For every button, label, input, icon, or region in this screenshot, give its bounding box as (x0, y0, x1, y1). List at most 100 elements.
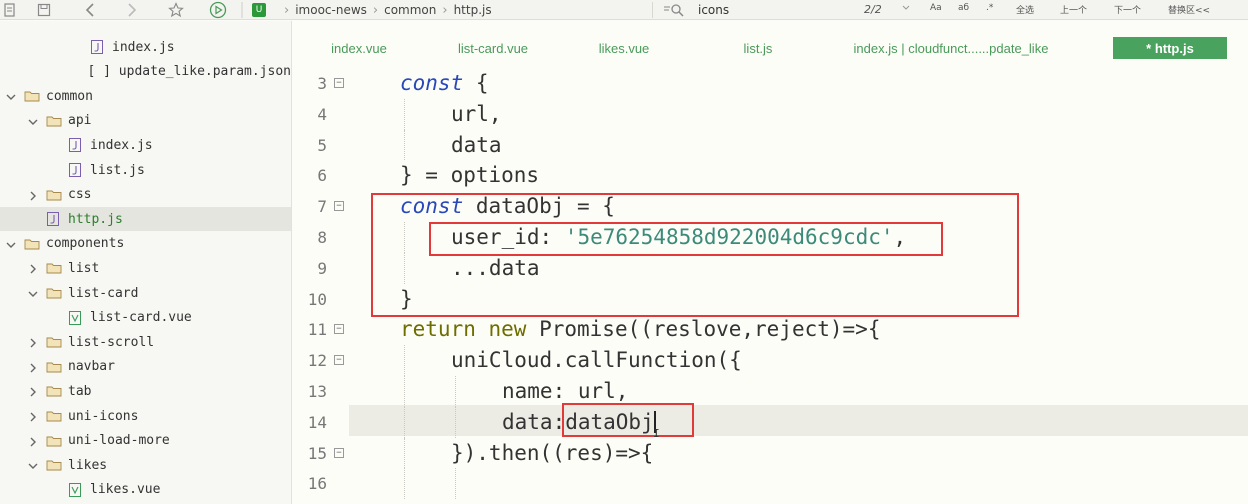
tree-item-label: list (68, 260, 100, 276)
chevron-right-icon[interactable] (28, 362, 38, 373)
tree-item-label: index.js (90, 137, 153, 153)
tree-item[interactable]: list-card (0, 281, 291, 305)
editor-tab[interactable]: * http.js (1113, 37, 1227, 59)
folder-icon (46, 410, 62, 422)
run-icon[interactable] (208, 0, 228, 20)
fold-icon[interactable]: − (334, 324, 344, 335)
tree-item-label: uni-icons (68, 408, 139, 424)
chevron-right-icon[interactable] (28, 190, 38, 201)
editor-tab[interactable]: list.js (723, 37, 793, 59)
line-number: 12 (307, 351, 327, 371)
breadcrumb-item[interactable]: imooc-news (295, 3, 367, 17)
code-line[interactable]: 15−}).then((res)=>{ (293, 437, 1248, 469)
code-line[interactable]: 12− uniCloud.callFunction({ (293, 345, 1248, 376)
line-number: 5 (317, 135, 327, 155)
fold-icon[interactable]: − (334, 78, 344, 88)
tree-item-label: list-scroll (68, 334, 155, 350)
chevron-right-icon[interactable] (28, 337, 38, 348)
code-token: uniCloud.callFunction({ (451, 348, 742, 373)
folder-icon (46, 336, 62, 348)
code-token: Promise((reslove,reject)=>{ (526, 317, 881, 342)
replace-toggle-button[interactable]: 替换区<< (1168, 3, 1210, 16)
code-line[interactable]: 14 data:dataObj (293, 406, 1248, 438)
chevron-down-icon[interactable] (28, 116, 38, 126)
tree-item[interactable]: [ ] update_like.param.json (0, 60, 292, 84)
chevron-right-icon[interactable] (28, 263, 38, 274)
editor-tab[interactable]: likes.vue (583, 37, 665, 59)
find-previous-button[interactable]: 上一个 (1060, 3, 1087, 16)
dropdown-icon[interactable] (902, 3, 910, 16)
back-arrow-icon[interactable] (80, 0, 100, 20)
vue-file-icon (68, 310, 82, 326)
code-token: { (463, 71, 489, 95)
js-file-icon (68, 162, 82, 178)
chevron-right-icon[interactable] (28, 386, 38, 397)
code-line[interactable]: 4 url, (293, 98, 1248, 130)
star-icon[interactable] (166, 0, 186, 20)
tree-item-label: http.js (68, 211, 123, 227)
tree-item[interactable]: tab (0, 379, 291, 403)
tree-item[interactable]: uni-icons (0, 404, 291, 428)
tree-item[interactable]: likes (0, 453, 291, 477)
tree-item[interactable]: http.js (0, 207, 291, 232)
chevron-down-icon[interactable] (28, 460, 38, 470)
code-line[interactable]: 5 data (293, 129, 1248, 161)
chevron-right-icon: › (284, 2, 290, 18)
editor-tab[interactable]: index.vue (313, 37, 405, 59)
chevron-right-icon[interactable] (28, 436, 38, 447)
code-line[interactable]: 11− return new Promise((reslove,reject)=>… (293, 314, 1248, 345)
tree-item[interactable]: uni-load-more (0, 429, 291, 453)
editor-tab[interactable]: index.js | cloudfunct......pdate_like (841, 37, 1061, 59)
chevron-down-icon[interactable] (28, 288, 38, 298)
js-file-icon (46, 211, 60, 227)
chevron-right-icon[interactable] (28, 411, 38, 422)
indent-guide (404, 376, 405, 407)
breadcrumb-item[interactable]: common (384, 3, 436, 17)
chevron-down-icon[interactable] (6, 91, 16, 101)
code-line[interactable]: 16 (293, 468, 1248, 500)
file-icon[interactable] (0, 0, 20, 20)
editor-tab[interactable]: list-card.vue (443, 37, 543, 59)
find-input[interactable] (698, 0, 848, 20)
fold-icon[interactable]: − (334, 447, 344, 458)
tree-item[interactable]: list (0, 256, 291, 280)
tree-item[interactable]: css (0, 183, 291, 207)
folder-icon (46, 115, 62, 127)
code-token: return (400, 317, 476, 342)
tree-item[interactable]: list-card.vue (0, 306, 291, 330)
match-case-button[interactable]: Aa (930, 3, 942, 13)
tree-item[interactable]: common (0, 84, 291, 108)
code-token: url, (451, 101, 502, 126)
separator-icon (232, 0, 252, 20)
tree-item[interactable]: list.js (0, 158, 291, 182)
tree-item-label: common (46, 88, 93, 104)
whole-word-button[interactable]: аб (958, 3, 969, 13)
tree-item-label: [ ] update_like.param.json (87, 64, 292, 80)
code-line[interactable]: 13 name: url, (293, 376, 1248, 407)
tree-item[interactable]: index.js (0, 35, 291, 59)
tree-item[interactable]: index.js (0, 133, 291, 157)
tree-item[interactable]: likes.vue (0, 478, 291, 502)
select-all-button[interactable]: 全选 (1016, 3, 1034, 16)
search-icon[interactable] (664, 3, 686, 20)
tree-item[interactable]: components (0, 232, 291, 256)
code-line[interactable]: 3− const { (293, 68, 1248, 99)
breadcrumb-item[interactable]: http.js (454, 3, 492, 17)
chevron-down-icon[interactable] (6, 239, 16, 249)
tree-item-label: likes.vue (90, 482, 161, 498)
save-icon[interactable] (34, 0, 54, 20)
code-token: name: url, (502, 379, 629, 403)
line-number: 13 (307, 382, 327, 401)
fold-icon[interactable]: − (334, 355, 344, 366)
code-line[interactable]: 6} = options (293, 160, 1248, 191)
tree-item[interactable]: api (0, 109, 291, 133)
forward-arrow-icon[interactable] (122, 0, 142, 20)
tree-item[interactable]: list-scroll (0, 330, 291, 354)
code-editor[interactable]: index.vue list-card.vue likes.vue list.js in… (293, 21, 1248, 504)
regex-button[interactable]: .* (986, 3, 993, 13)
tree-item[interactable]: navbar (0, 355, 291, 379)
fold-icon[interactable]: − (334, 201, 344, 212)
highlight-box-dataobj-arg (562, 403, 694, 437)
code-token: }).then((res)=>{ (451, 440, 654, 465)
find-next-button[interactable]: 下一个 (1114, 3, 1141, 16)
